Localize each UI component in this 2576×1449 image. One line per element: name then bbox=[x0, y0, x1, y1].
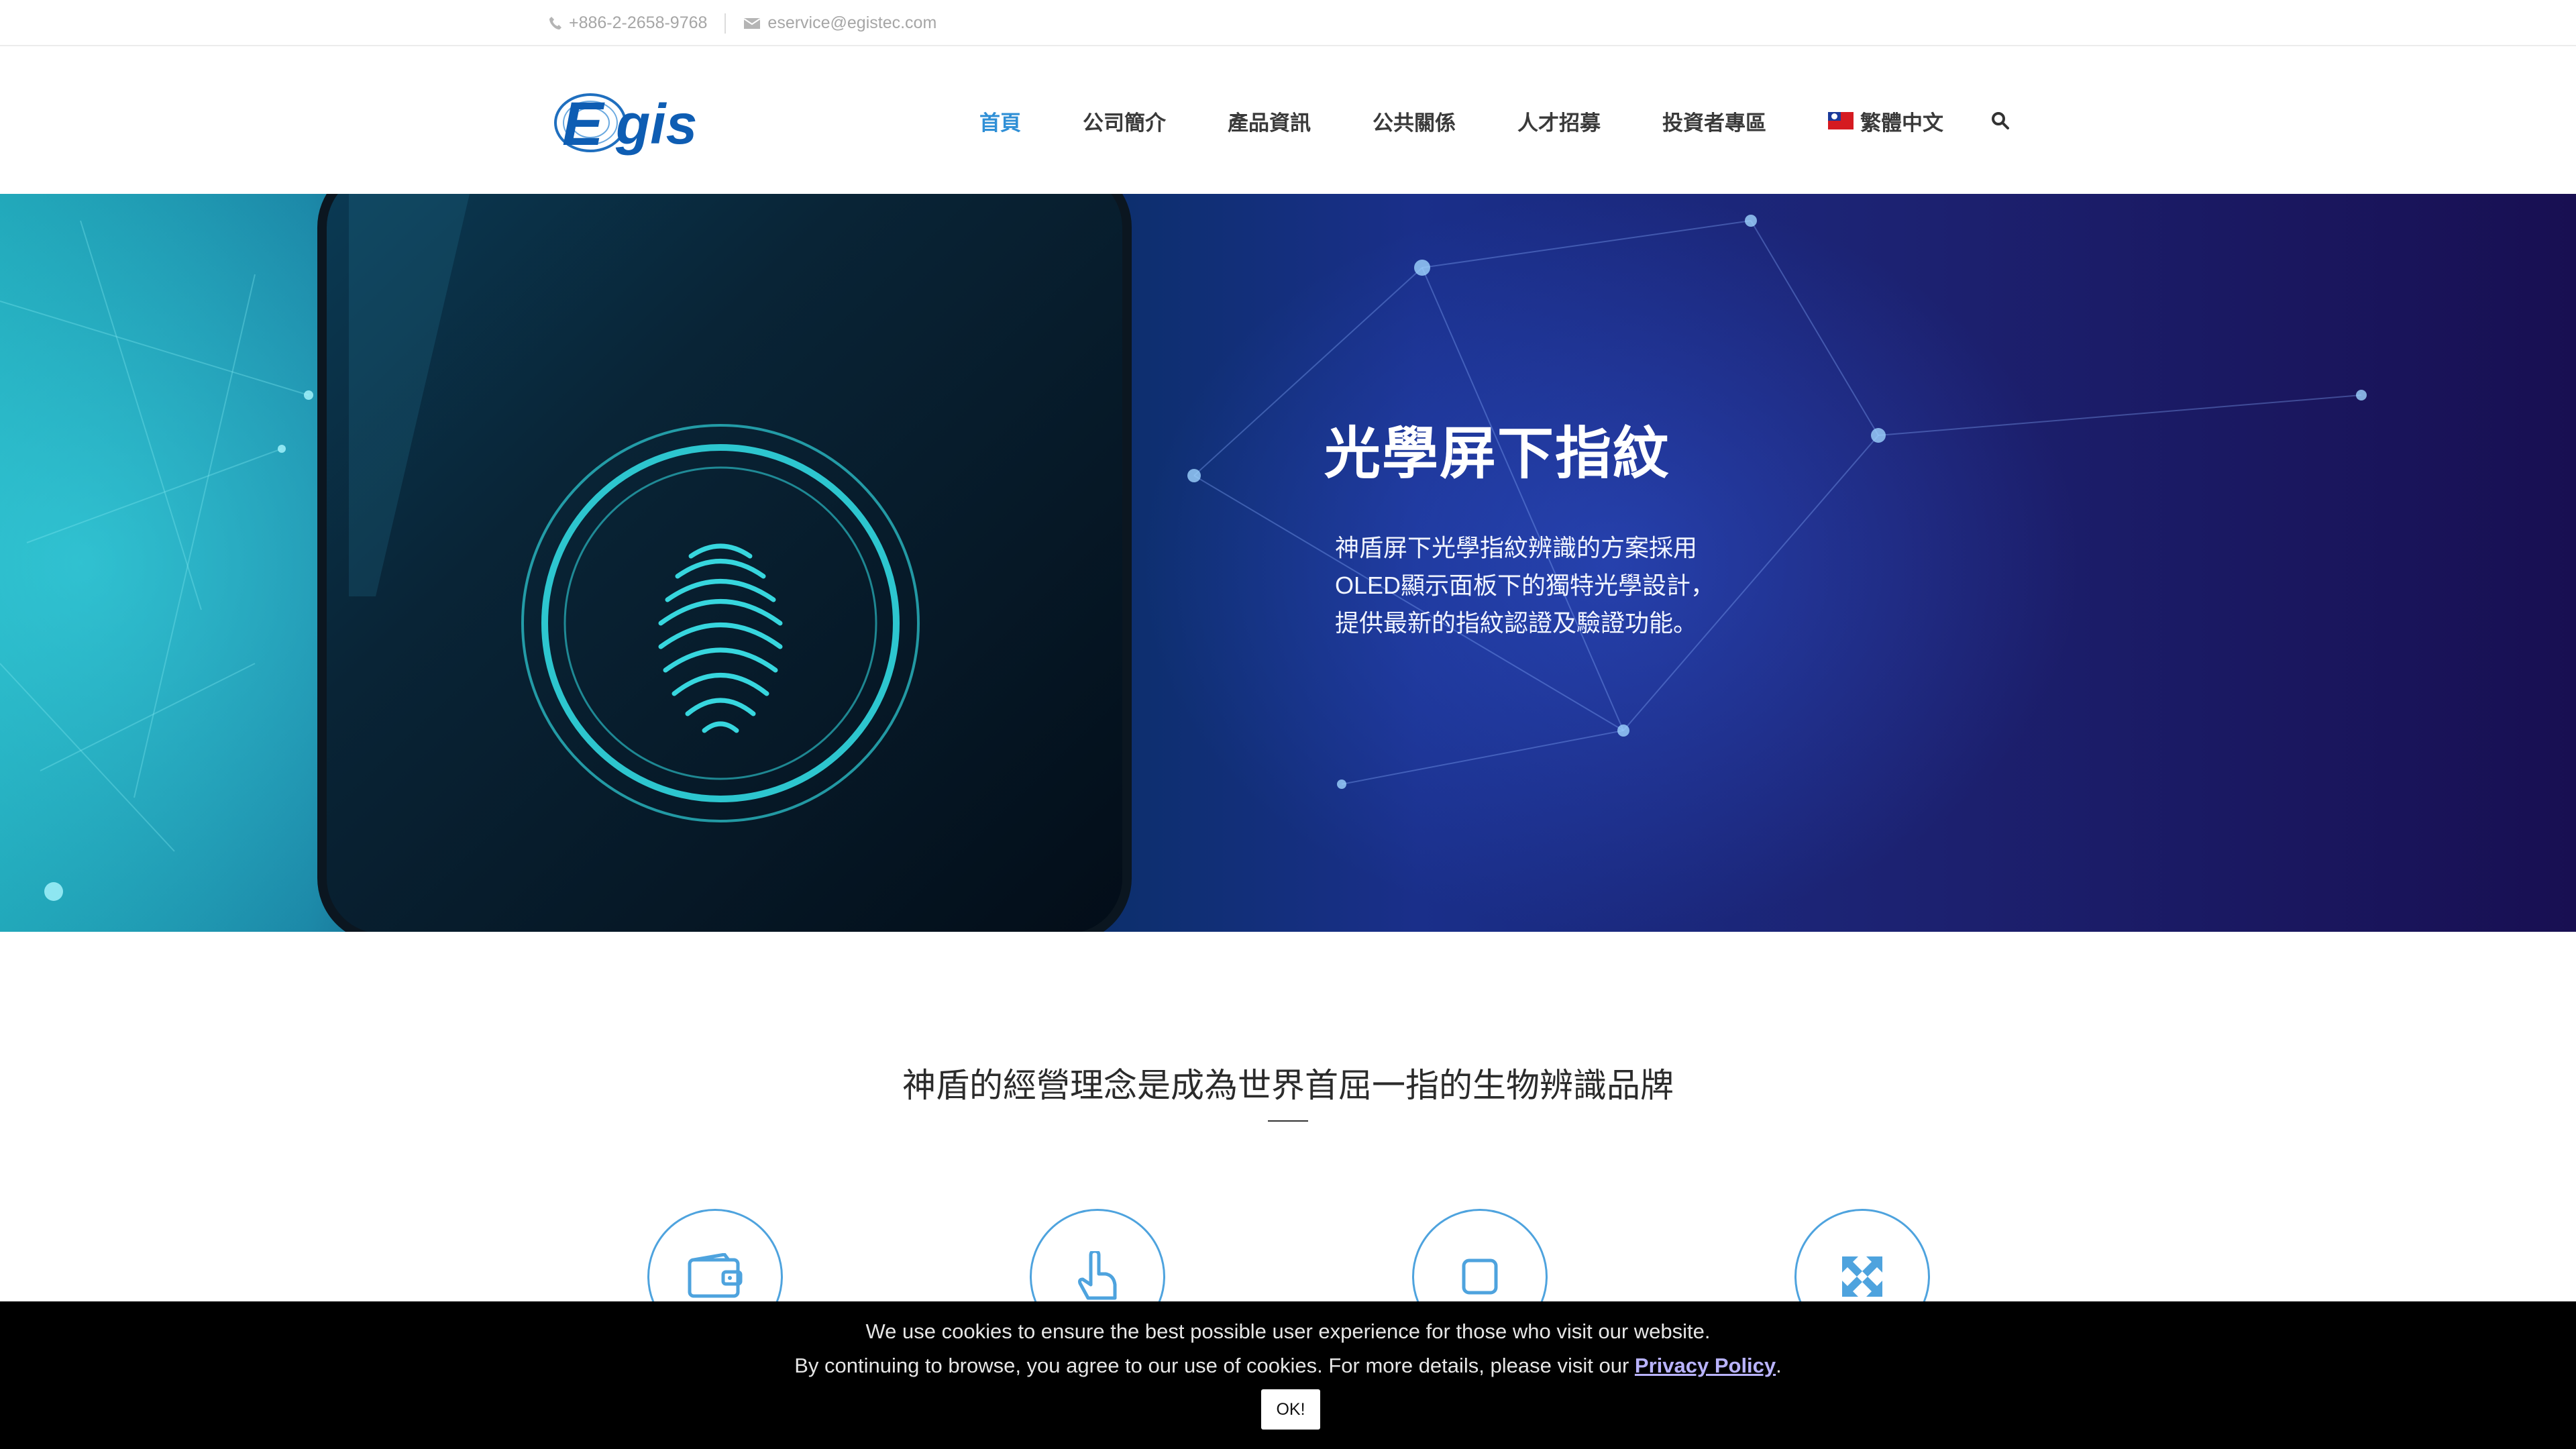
divider bbox=[724, 13, 727, 34]
phone-number: +886-2-2658-9768 bbox=[569, 13, 708, 32]
language-label: 繁體中文 bbox=[1860, 111, 1943, 135]
nav-item-home[interactable]: 首頁 bbox=[979, 106, 1021, 136]
privacy-policy-link[interactable]: Privacy Policy bbox=[1635, 1354, 1776, 1377]
touch-hand-icon bbox=[1078, 1251, 1117, 1300]
cookie-message-line2: By continuing to browse, you agree to ou… bbox=[0, 1354, 2576, 1378]
top-bar: +886-2-2658-9768 eservice@egistec.com bbox=[0, 0, 2576, 46]
taiwan-flag-icon bbox=[1828, 112, 1854, 129]
cookie-message: We use cookies to ensure the best possib… bbox=[865, 1320, 1711, 1343]
cookie-text: By continuing to browse, you agree to ou… bbox=[794, 1354, 1635, 1377]
wallet-icon bbox=[688, 1253, 743, 1298]
expand-arrows-icon bbox=[1842, 1256, 1882, 1297]
hero-desc-line: 提供最新的指紋認證及驗證功能。 bbox=[1335, 609, 1698, 637]
search-icon[interactable] bbox=[1990, 111, 2010, 131]
nav-item-investors[interactable]: 投資者專區 bbox=[1662, 106, 1766, 136]
hero-desc-line: 神盾屏下光學指紋辨識的方案採用 bbox=[1335, 534, 1698, 561]
cookie-text-end: . bbox=[1776, 1354, 1782, 1377]
phone-contact[interactable]: +886-2-2658-9768 bbox=[549, 13, 707, 33]
nav-item-about[interactable]: 公司簡介 bbox=[1083, 106, 1166, 136]
email-contact[interactable]: eservice@egistec.com bbox=[743, 13, 936, 33]
main-nav: 首頁 公司簡介 產品資訊 公共關係 人才招募 投資者專區 繁體中文 bbox=[979, 48, 2010, 194]
section-title: 神盾的經營理念是成為世界首屈一指的生物辨識品牌 bbox=[902, 1067, 1674, 1104]
cookie-ok-button[interactable]: OK! bbox=[1261, 1389, 1320, 1430]
language-selector[interactable]: 繁體中文 bbox=[1828, 106, 1943, 136]
hero-banner[interactable]: 光學屏下指紋 神盾屏下光學指紋辨識的方案採用 OLED顯示面板下的獨特光學設計，… bbox=[0, 194, 2576, 932]
site-header: E gis 首頁 公司簡介 產品資訊 公共關係 人才招募 投資者專區 繁體中文 bbox=[0, 48, 2576, 194]
title-divider bbox=[1268, 1120, 1308, 1122]
phone-icon bbox=[549, 16, 561, 30]
hero-desc-line: OLED顯示面板下的獨特光學設計， bbox=[1335, 572, 1715, 599]
cookie-banner: We use cookies to ensure the best possib… bbox=[0, 1301, 2576, 1449]
egis-logo[interactable]: E gis bbox=[549, 86, 713, 160]
nav-item-pr[interactable]: 公共關係 bbox=[1373, 106, 1456, 136]
hero-background-art bbox=[0, 194, 2367, 932]
svg-text:E: E bbox=[562, 90, 605, 158]
nav-item-products[interactable]: 產品資訊 bbox=[1228, 106, 1311, 136]
nav-item-careers[interactable]: 人才招募 bbox=[1517, 106, 1601, 136]
email-address: eservice@egistec.com bbox=[767, 13, 937, 32]
hero-title: 光學屏下指紋 bbox=[1324, 422, 1671, 485]
envelope-icon bbox=[743, 17, 761, 29]
svg-text:gis: gis bbox=[615, 93, 697, 156]
square-icon bbox=[1462, 1258, 1498, 1295]
hero-description: 神盾屏下光學指紋辨識的方案採用 OLED顯示面板下的獨特光學設計， 提供最新的指… bbox=[1335, 529, 1764, 642]
